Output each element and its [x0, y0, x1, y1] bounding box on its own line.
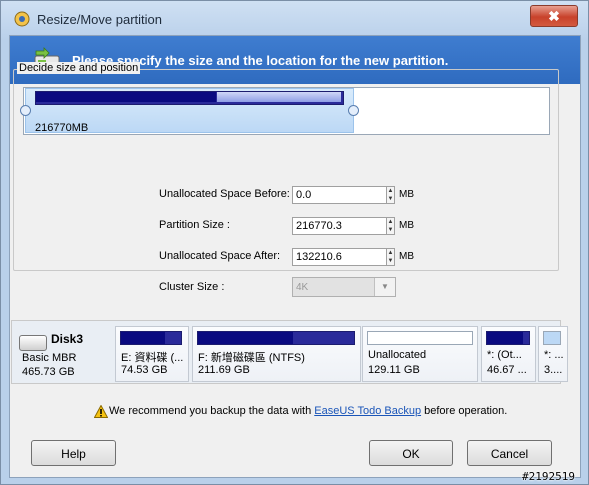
disk-size: 465.73 GB	[22, 366, 75, 378]
partition-map-size: 216770MB	[35, 122, 89, 134]
unallocated-after-input[interactable]	[292, 248, 393, 266]
image-id-stamp: #2192519	[522, 470, 575, 483]
close-button[interactable]: ✖	[530, 5, 578, 27]
partition-size: 74.53 GB	[121, 364, 168, 376]
partition-label: *: ...	[544, 349, 564, 361]
partition-label: Unallocated	[368, 349, 427, 361]
resize-move-dialog: Resize/Move partition ✖ Please specify t…	[0, 0, 589, 485]
cancel-button[interactable]: Cancel	[467, 440, 552, 466]
partition-label: E: 資料碟 (...	[121, 352, 184, 364]
unallocated-before-input[interactable]	[292, 186, 393, 204]
unallocated-after-label: Unallocated Space After:	[159, 250, 281, 262]
partition-size-unit: MB	[399, 220, 414, 231]
partition-label: F: 新增磁碟區 (NTFS)	[198, 352, 305, 364]
unallocated-after-unit: MB	[399, 251, 414, 262]
unallocated-before-label: Unallocated Space Before:	[159, 188, 290, 200]
unallocated-after-spinner[interactable]: ▲ ▼	[386, 248, 395, 266]
help-button[interactable]: Help	[31, 440, 116, 466]
unallocated-before-unit: MB	[399, 189, 414, 200]
warning-icon	[94, 405, 108, 418]
notice-text-pre: We recommend you backup the data with	[109, 405, 315, 417]
chevron-down-icon: ▼	[374, 278, 395, 296]
hard-disk-icon	[19, 335, 47, 351]
partition-block[interactable]: E: 資料碟 (... 74.53 GB	[115, 326, 189, 382]
backup-notice: We recommend you backup the data with Ea…	[109, 405, 507, 417]
partition-size-input[interactable]	[292, 217, 393, 235]
partition-block[interactable]: Unallocated 129.11 GB	[362, 326, 478, 382]
partition-block[interactable]: *: (Ot... 46.67 ...	[481, 326, 536, 382]
todo-backup-link[interactable]: EaseUS Todo Backup	[314, 405, 421, 417]
partition-size-spinner[interactable]: ▲ ▼	[386, 217, 395, 235]
unallocated-before-spinner[interactable]: ▲ ▼	[386, 186, 395, 204]
window-title: Resize/Move partition	[37, 12, 162, 27]
right-resize-handle[interactable]	[348, 105, 359, 116]
partition-size: 46.67 ...	[487, 364, 527, 376]
ok-button[interactable]: OK	[369, 440, 453, 466]
group-label: Decide size and position	[17, 62, 141, 74]
title-bar[interactable]: Resize/Move partition ✖	[1, 1, 588, 35]
cluster-size-select: 4K ▼	[292, 277, 396, 297]
partition-bar-free	[217, 92, 341, 102]
partition-label: *: (Ot...	[487, 349, 522, 361]
partition-size-label: Partition Size :	[159, 219, 230, 231]
notice-text-post: before operation.	[421, 405, 508, 417]
cluster-size-value: 4K	[296, 282, 309, 293]
disk-info: Disk3 Basic MBR 465.73 GB	[15, 329, 111, 381]
disk-name: Disk3	[51, 332, 84, 346]
cluster-size-label: Cluster Size :	[159, 281, 225, 293]
partition-size: 3....	[544, 364, 563, 376]
partition-size: 211.69 GB	[198, 364, 250, 376]
partition-size: 129.11 GB	[368, 364, 420, 376]
disk-type: Basic MBR	[22, 352, 77, 364]
partition-bar-used	[36, 92, 216, 102]
left-resize-handle[interactable]	[20, 105, 31, 116]
app-icon	[14, 11, 30, 27]
partition-block[interactable]: F: 新增磁碟區 (NTFS) 211.69 GB	[192, 326, 361, 382]
partition-block[interactable]: *: ... 3....	[538, 326, 568, 382]
